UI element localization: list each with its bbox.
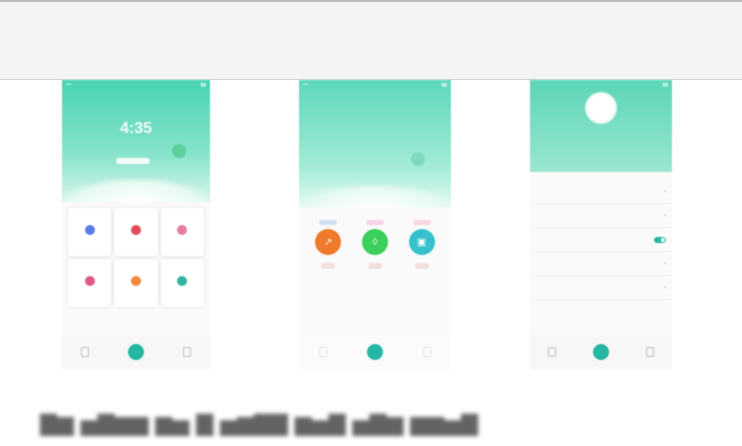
run-icon: ↗	[315, 229, 342, 255]
chevron-right-icon: ›	[664, 212, 666, 219]
camera-icon: ▣	[408, 229, 435, 255]
workout-actions: ↗ ◊ ▣	[299, 208, 451, 269]
bottom-nav	[530, 334, 672, 370]
tile-blood-pressure[interactable]	[160, 208, 204, 256]
nav-item-me[interactable]	[182, 347, 191, 357]
chevron-right-icon: ›	[664, 188, 666, 195]
action-walk[interactable]: ◊	[361, 220, 388, 269]
tile-weather[interactable]	[160, 259, 204, 307]
status-bar: ▮▮	[662, 82, 668, 88]
avatar[interactable]	[585, 92, 617, 124]
ghost-bar	[365, 220, 384, 225]
person-icon[interactable]	[423, 347, 431, 357]
home-tile-grid	[62, 202, 210, 313]
menu-item[interactable]: ›	[530, 180, 672, 204]
profile-hero: ▮▮	[530, 80, 672, 172]
action-cycle[interactable]: ▣	[408, 220, 435, 269]
bottom-nav	[62, 334, 210, 370]
nav-center-button[interactable]	[592, 344, 609, 360]
blood-icon	[177, 225, 188, 235]
profile-menu: › › › ›	[530, 180, 672, 300]
menu-item[interactable]: ›	[530, 276, 672, 300]
nav-center-button[interactable]	[127, 344, 144, 360]
ghost-bar	[319, 220, 338, 225]
ghost-bar	[367, 263, 382, 269]
bubble-icon	[411, 152, 425, 166]
phone-screen-profile: ▮▮ › › › ›	[530, 80, 672, 370]
menu-item[interactable]: ›	[530, 204, 672, 228]
caption-text: ▇▆ ▅▇▆▆ ▆▅ ▇ ▅▆▇▇ ▆▅▇ ▅▇▆ ▆▆▅▇	[40, 412, 479, 436]
menu-item[interactable]: ›	[530, 252, 672, 276]
nav-item-data[interactable]	[81, 347, 90, 357]
nav-center-button[interactable]	[367, 344, 383, 360]
phone-screen-home: ••• ▮▮ 4:35	[62, 80, 210, 370]
wave-decoration	[62, 178, 210, 202]
phone-screen-workout: ••• ▮▮ ↗ ◊ ▣	[299, 80, 451, 370]
action-run[interactable]: ↗	[315, 220, 342, 269]
person-icon	[182, 347, 191, 357]
browser-top-bar	[0, 0, 742, 80]
ghost-bar	[412, 220, 431, 225]
bubble-icon	[172, 144, 186, 158]
flame-icon	[130, 276, 141, 286]
chevron-right-icon: ›	[664, 284, 666, 291]
status-bar: ••• ▮▮	[66, 82, 206, 88]
status-bar: ••• ▮▮	[303, 82, 447, 88]
tile-heart-rate[interactable]	[114, 208, 158, 256]
tile-body[interactable]	[68, 259, 112, 307]
body-icon	[84, 276, 95, 286]
tile-calories[interactable]	[114, 259, 158, 307]
person-icon[interactable]	[645, 347, 654, 357]
ghost-bar	[321, 263, 336, 269]
moon-icon	[84, 225, 95, 235]
toggle-switch[interactable]	[654, 236, 666, 243]
home-hero: ••• ▮▮ 4:35	[62, 80, 210, 202]
workout-hero: ••• ▮▮	[299, 80, 451, 208]
chevron-right-icon: ›	[664, 260, 666, 267]
heart-icon	[130, 225, 141, 235]
rainbow-icon	[177, 276, 188, 286]
ghost-bar	[414, 263, 429, 269]
chart-icon	[81, 347, 90, 357]
wave-decoration	[299, 184, 451, 208]
walk-icon: ◊	[361, 229, 388, 255]
home-big-value: 4:35	[119, 120, 153, 137]
menu-item-toggle[interactable]	[530, 228, 672, 252]
chart-icon[interactable]	[319, 347, 327, 357]
bottom-nav	[299, 334, 451, 370]
tile-sleep[interactable]	[68, 208, 112, 256]
chart-icon[interactable]	[548, 347, 557, 357]
home-pill[interactable]	[116, 158, 150, 164]
